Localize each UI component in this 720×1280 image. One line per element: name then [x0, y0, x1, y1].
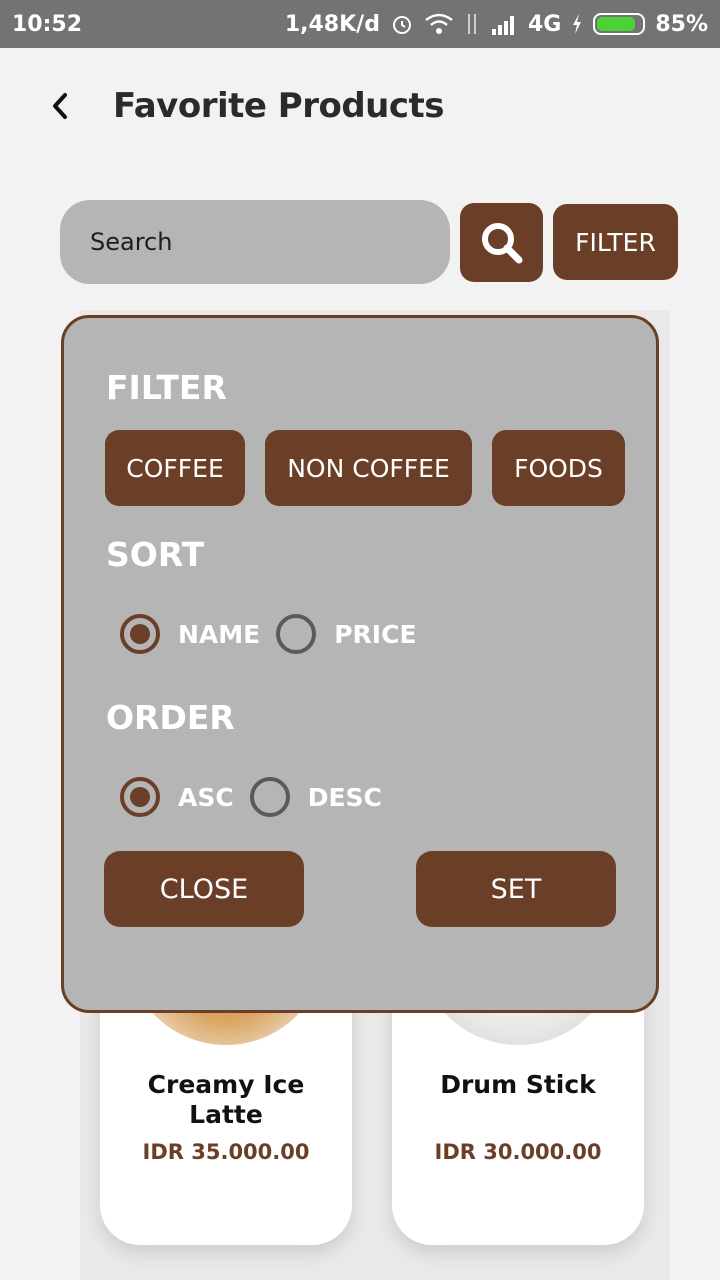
product-name: Drum Stick — [440, 1070, 596, 1099]
product-name: Creamy Ice Latte — [147, 1070, 305, 1129]
status-bar: 10:52 1,48K/d 4G 85% — [0, 0, 720, 48]
order-radio-group: ASC DESC — [120, 777, 398, 817]
sort-section-title: SORT — [106, 535, 205, 574]
category-chip-coffee[interactable]: COFFEE — [105, 430, 245, 506]
order-asc-radio[interactable] — [120, 777, 160, 817]
network-type: 4G — [527, 11, 562, 37]
sort-price-label: PRICE — [334, 619, 417, 649]
status-time: 10:52 — [12, 11, 83, 37]
battery-percent: 85% — [655, 11, 708, 37]
page-title: Favorite Products — [113, 86, 445, 126]
wifi-icon — [424, 12, 454, 36]
sort-name-label: NAME — [178, 619, 261, 649]
order-section-title: ORDER — [106, 698, 235, 737]
product-price: IDR 30.000.00 — [434, 1140, 602, 1164]
app-header: Favorite Products — [0, 48, 720, 168]
radio-selected-dot — [130, 787, 150, 807]
status-icons: 1,48K/d 4G 85% — [285, 12, 708, 37]
battery-icon — [593, 13, 646, 35]
set-button[interactable]: SET — [416, 851, 616, 927]
category-chip-non-coffee[interactable]: NON COFFEE — [265, 430, 472, 506]
search-button[interactable] — [460, 203, 543, 282]
order-asc-label: ASC — [178, 782, 234, 812]
order-desc-label: DESC — [307, 782, 382, 812]
product-price: IDR 35.000.00 — [142, 1140, 310, 1164]
search-icon — [481, 222, 522, 263]
battery-fill — [597, 17, 635, 31]
chevron-left-icon — [53, 93, 67, 119]
search-input[interactable] — [60, 200, 450, 284]
network-speed: 1,48K/d — [284, 11, 380, 37]
sort-price-radio[interactable] — [276, 614, 317, 654]
radio-selected-dot — [130, 624, 150, 644]
filter-section-title: FILTER — [106, 368, 227, 407]
close-button[interactable]: CLOSE — [104, 851, 304, 927]
sort-radio-group: NAME PRICE — [120, 614, 433, 654]
filter-button[interactable]: FILTER — [553, 204, 678, 280]
back-button[interactable] — [40, 86, 80, 126]
data-transfer-icon — [464, 12, 480, 36]
category-chip-foods[interactable]: FOODS — [492, 430, 625, 506]
order-desc-radio[interactable] — [249, 777, 290, 817]
filter-dialog: FILTER COFFEE NON COFFEE FOODS SORT NAME… — [61, 315, 659, 1013]
sort-name-radio[interactable] — [120, 614, 160, 654]
signal-icon — [490, 13, 518, 35]
alarm-icon — [390, 12, 414, 36]
charging-icon — [571, 13, 583, 35]
